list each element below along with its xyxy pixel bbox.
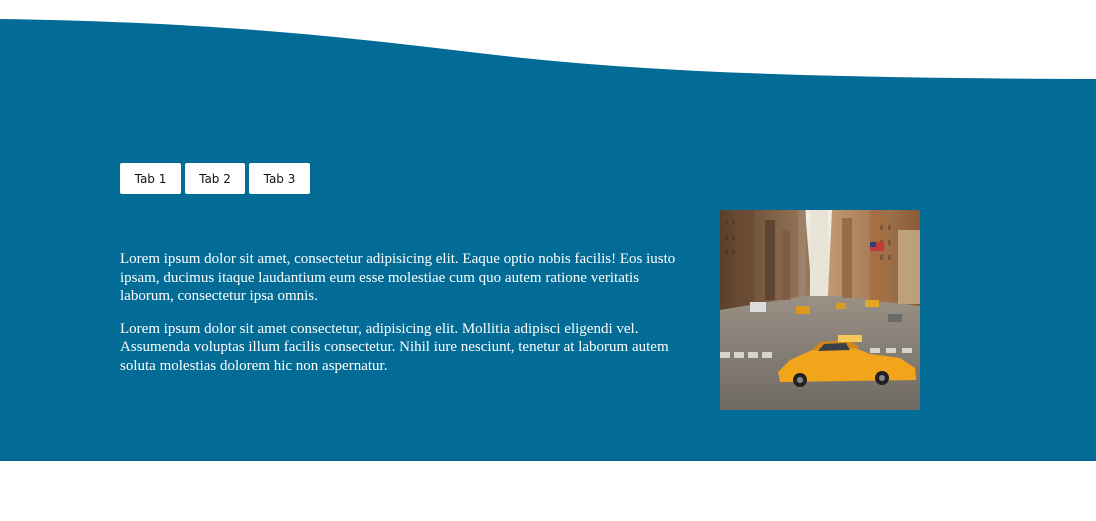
blue-band — [0, 19, 1096, 461]
paragraph-1: Lorem ipsum dolor sit amet, consectetur … — [120, 251, 676, 304]
tab-content: Lorem ipsum dolor sit amet, consectetur … — [120, 250, 690, 389]
page: Tab 1 Tab 2 Tab 3 Lorem ipsum dolor sit … — [0, 0, 1096, 521]
paragraph-2: Lorem ipsum dolor sit amet consectetur, … — [120, 320, 669, 374]
wave-background — [0, 19, 1096, 461]
tab-bar: Tab 1 Tab 2 Tab 3 — [120, 163, 310, 194]
city-street-image — [720, 210, 920, 410]
tab-1[interactable]: Tab 1 — [120, 163, 181, 194]
tab-3[interactable]: Tab 3 — [249, 163, 310, 194]
tab-2[interactable]: Tab 2 — [185, 163, 245, 194]
